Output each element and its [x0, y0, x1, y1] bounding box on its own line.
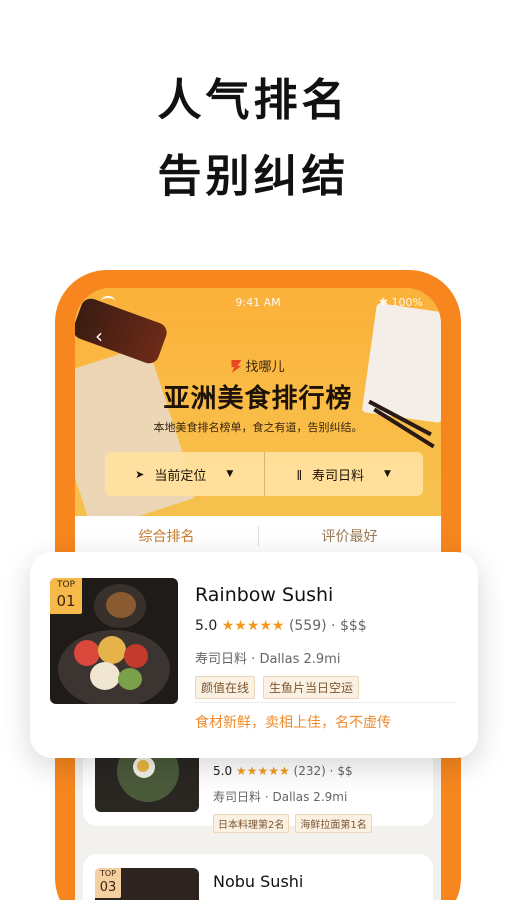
tag-list: 颜值在线 生鱼片当日空运 [195, 676, 360, 699]
location-filter-label: 当前定位 [154, 468, 207, 484]
tag: 颜值在线 [195, 676, 256, 699]
location-filter[interactable]: ➤ 当前定位 ▼ [105, 452, 264, 496]
tag: 生鱼片当日空运 [263, 676, 360, 699]
restaurant-photo: TOP 01 [50, 578, 178, 704]
category: 寿司日料 [213, 790, 262, 804]
category-row: 寿司日料 · Dallas 2.9mi [195, 652, 341, 667]
category-row: 寿司日料 · Dallas 2.9mi [213, 790, 348, 804]
rank-badge: TOP 03 [95, 868, 121, 898]
review-quote: 食材新鲜，卖相上佳，名不虚传 [195, 715, 391, 731]
rating-row: 5.0 ★★★★★ (559) · $$$ [195, 618, 367, 634]
headline-line-2: 告别纠结 [157, 151, 350, 202]
tag: 日本料理第2名 [213, 814, 290, 833]
tag: 海鲜拉面第1名 [295, 814, 372, 833]
rank-badge: TOP 01 [50, 578, 82, 614]
back-arrow-icon[interactable]: ‹ [95, 324, 103, 348]
restaurant-card-3[interactable]: TOP 03 Nobu Sushi [83, 854, 433, 900]
review-count: (232) [293, 764, 326, 778]
restaurant-photo: TOP 03 [95, 868, 199, 900]
restaurant-name: Nobu Sushi [213, 872, 304, 891]
review-count: (559) [288, 618, 327, 634]
distance: Dallas 2.9mi [259, 652, 341, 667]
lightning-logo-icon [231, 360, 242, 373]
filter-bar: ➤ 当前定位 ▼ ǁ 寿司日料 ▼ [105, 452, 423, 496]
star-rating-icon: ★★★★★ [235, 764, 290, 778]
cuisine-filter-label: 寿司日料 [311, 468, 364, 484]
headline-line-1: 人气排名 [157, 75, 350, 126]
distance: Dallas 2.9mi [272, 790, 348, 804]
fork-knife-icon: ǁ [296, 467, 302, 481]
navigation-arrow-icon: ➤ [135, 467, 145, 481]
bluetooth-icon: ✱ [378, 296, 389, 309]
caret-down-icon: ▼ [384, 469, 391, 479]
star-rating-icon: ★★★★★ [221, 618, 285, 634]
caret-down-icon: ▼ [226, 469, 234, 479]
rating-value: 5.0 [195, 618, 218, 634]
hero-banner: 9:41 AM ✱ 100% ‹ 找哪儿 亚洲美食排行榜 本地美食排名榜单，食之… [75, 288, 441, 532]
rating-row: 5.0 ★★★★★ (232) · $$ [213, 764, 353, 778]
brand: 找哪儿 [75, 356, 441, 375]
category: 寿司日料 [195, 652, 248, 667]
page-subtitle: 本地美食排名榜单，食之有道，告别纠结。 [153, 421, 363, 434]
featured-restaurant-card[interactable]: TOP 01 Rainbow Sushi 5.0 ★★★★★ (559) · $… [30, 552, 478, 758]
divider [195, 702, 455, 703]
page-title: 亚洲美食排行榜 [163, 384, 353, 414]
cuisine-filter[interactable]: ǁ 寿司日料 ▼ [263, 452, 424, 496]
rating-value: 5.0 [213, 764, 233, 778]
tag-list: 日本料理第2名 海鲜拉面第1名 [213, 814, 372, 833]
price-level: $$$ [339, 618, 367, 634]
brand-name: 找哪儿 [245, 360, 285, 375]
price-level: $$ [337, 764, 353, 778]
battery-level: 100% [391, 296, 423, 309]
restaurant-name: Rainbow Sushi [195, 584, 334, 606]
